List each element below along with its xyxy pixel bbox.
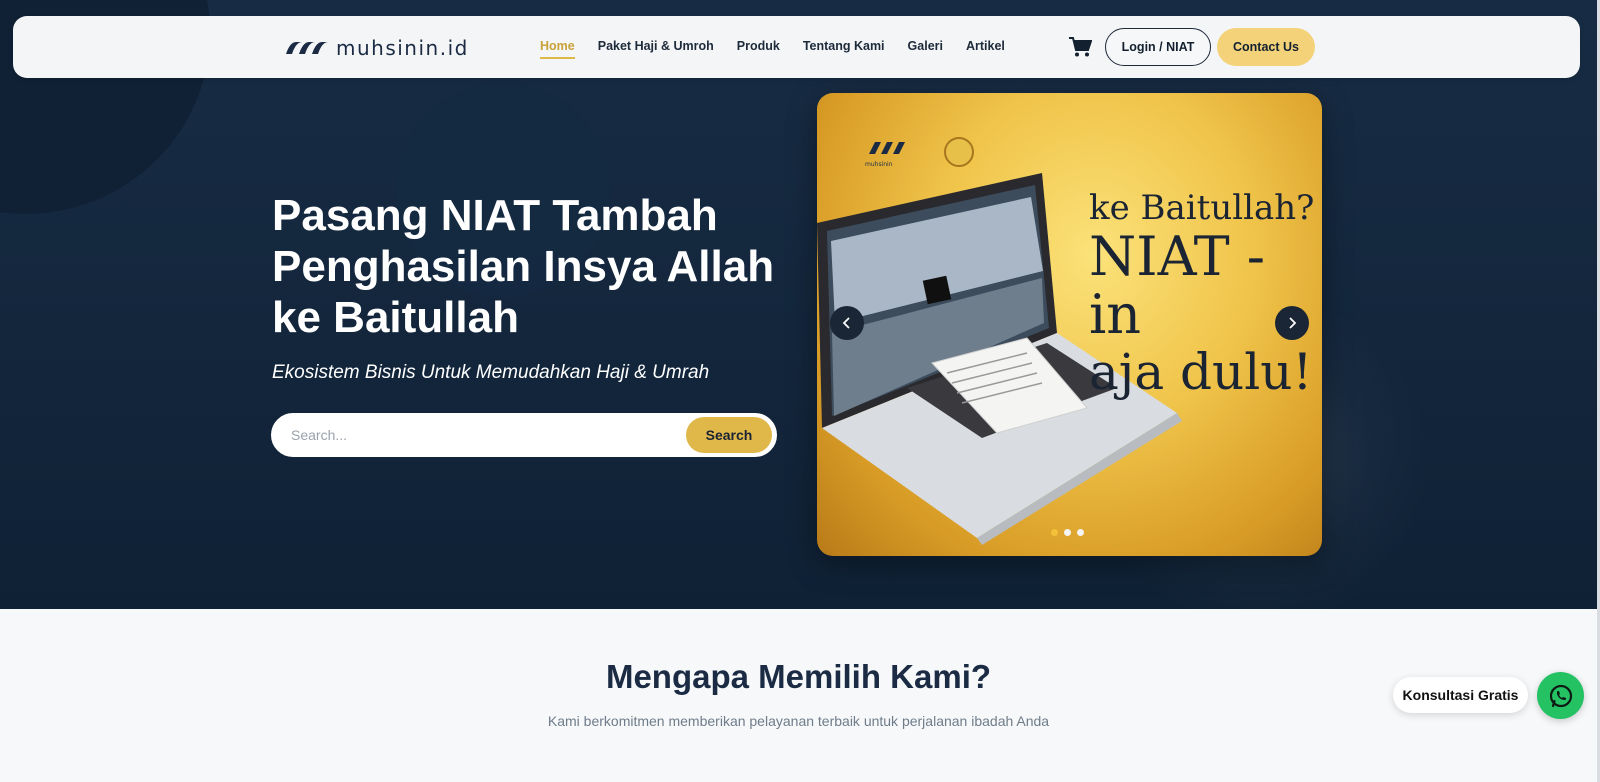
slide-logo-text: muhsinin — [865, 161, 893, 168]
search-input[interactable] — [291, 421, 661, 449]
carousel-dot[interactable] — [1051, 529, 1058, 536]
nav-paket-haji-umroh[interactable]: Paket Haji & Umroh — [598, 39, 714, 59]
slide-line-3: aja dulu! — [1089, 343, 1313, 401]
nav-galeri[interactable]: Galeri — [908, 39, 943, 59]
contact-us-button[interactable]: Contact Us — [1217, 28, 1315, 66]
brand-logo[interactable]: muhsinin.id — [286, 34, 469, 62]
navbar: muhsinin.id Home Paket Haji & Umroh Prod… — [13, 16, 1580, 78]
slide-line-1: ke Baitullah? — [1089, 188, 1315, 228]
shopping-cart-icon[interactable] — [1068, 36, 1092, 58]
whatsapp-chat-button[interactable] — [1537, 672, 1584, 719]
search-button[interactable]: Search — [686, 417, 772, 453]
nav-produk[interactable]: Produk — [737, 39, 780, 59]
hero-title: Pasang NIAT Tambah Penghasilan Insya All… — [272, 191, 775, 342]
carousel-dots — [1051, 529, 1090, 536]
nav-tentang-kami[interactable]: Tentang Kami — [803, 39, 885, 59]
chevron-left-icon — [842, 317, 850, 329]
hero-carousel: muhsinin ke Baitullah? NIAT - in aja dul… — [817, 93, 1322, 556]
carousel-next-button[interactable] — [1275, 306, 1309, 340]
chevron-right-icon — [1289, 317, 1297, 329]
free-consultation-label[interactable]: Konsultasi Gratis — [1393, 677, 1528, 713]
hero-subtitle: Ekosistem Bisnis Untuk Memudahkan Haji &… — [272, 362, 710, 383]
brand-logo-icon — [286, 42, 328, 54]
nav-artikel[interactable]: Artikel — [966, 39, 1005, 59]
carousel-dot[interactable] — [1064, 529, 1071, 536]
carousel-dot[interactable] — [1077, 529, 1084, 536]
carousel-prev-button[interactable] — [830, 306, 864, 340]
travel-logo-icon — [869, 142, 905, 154]
why-section-title: Mengapa Memilih Kami? — [605, 658, 992, 695]
login-niat-button[interactable]: Login / NIAT — [1105, 28, 1211, 66]
brand-name: muhsinin.id — [336, 36, 469, 60]
whatsapp-icon — [1549, 684, 1572, 707]
why-section-subtitle: Kami berkomitmen memberikan pelayanan te… — [547, 713, 1050, 729]
main-nav: Home Paket Haji & Umroh Produk Tentang K… — [540, 39, 1028, 59]
slide-text: ke Baitullah? NIAT - in aja dulu! — [1089, 188, 1322, 400]
hero-search-box: Search — [271, 413, 777, 457]
nav-home[interactable]: Home — [540, 39, 575, 59]
hero-section: Pasang NIAT Tambah Penghasilan Insya All… — [0, 0, 1597, 609]
emblem-icon — [944, 137, 974, 167]
